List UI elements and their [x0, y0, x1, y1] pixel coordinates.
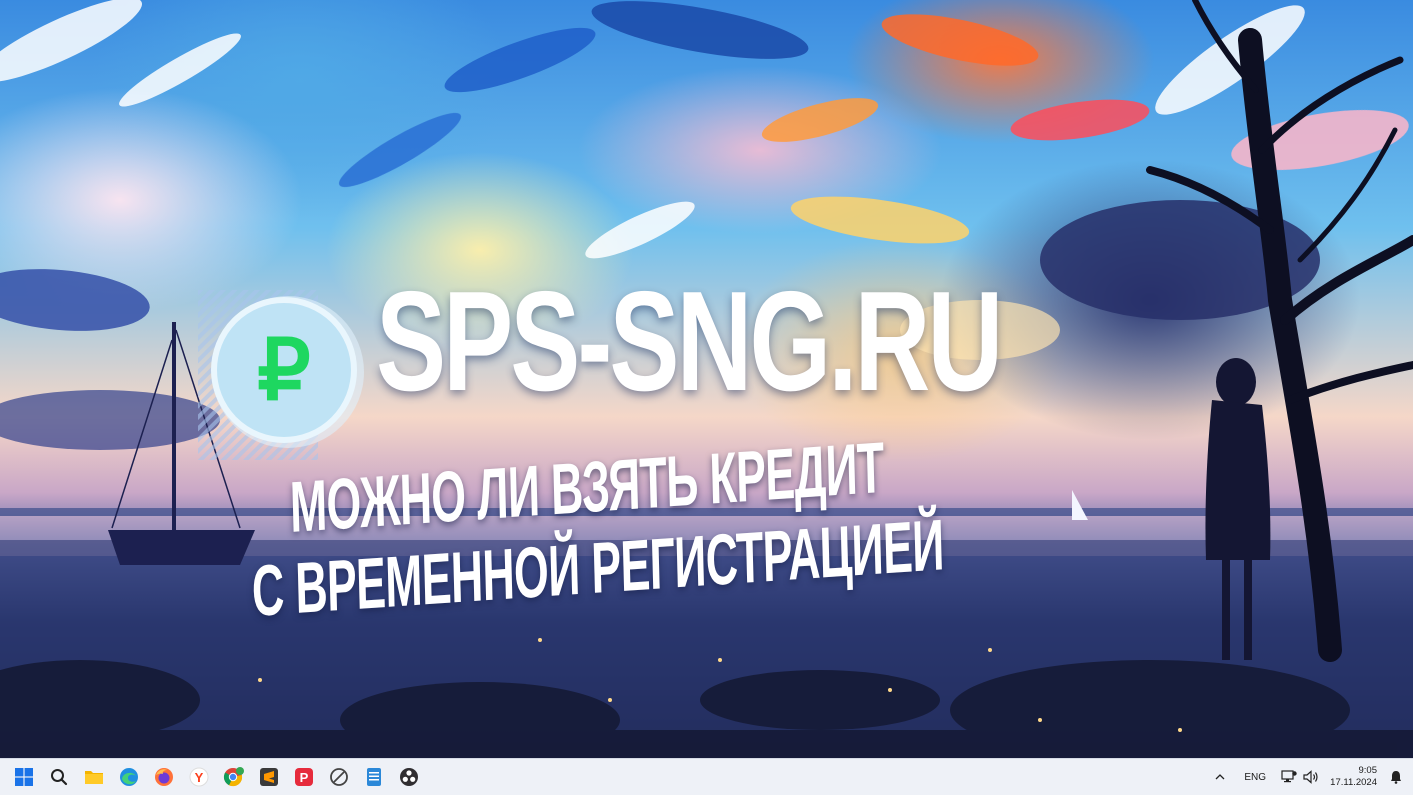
folder-icon	[85, 771, 103, 784]
sublime-icon	[260, 768, 278, 786]
network-status-button[interactable]	[1280, 763, 1298, 791]
windows-logo-icon	[15, 768, 33, 786]
chevron-up-icon	[1215, 774, 1225, 780]
yandex-browser-button[interactable]: Y	[185, 763, 213, 791]
edge-button[interactable]	[115, 763, 143, 791]
svg-text:Y: Y	[195, 770, 204, 785]
search-icon	[51, 769, 68, 786]
ruble-logo-badge: ₽	[198, 290, 368, 460]
yandex-icon: Y	[189, 767, 209, 787]
svg-text:P: P	[300, 770, 309, 785]
file-explorer-button[interactable]	[80, 763, 108, 791]
taskbar: Y P ENG 9:05 17.11.2024	[0, 758, 1413, 795]
search-button[interactable]	[45, 763, 73, 791]
site-title: SPS-SNG.RU	[376, 262, 1003, 421]
system-tray: ENG 9:05 17.11.2024	[1204, 759, 1413, 795]
clock-time: 9:05	[1358, 765, 1378, 776]
circle-slash-icon	[330, 768, 348, 786]
app-p-button[interactable]: P	[290, 763, 318, 791]
ruble-icon: ₽	[257, 323, 311, 417]
clock[interactable]: 9:05 17.11.2024	[1330, 765, 1377, 789]
firefox-button[interactable]	[150, 763, 178, 791]
start-button[interactable]	[10, 763, 38, 791]
show-hidden-icons-button[interactable]	[1210, 763, 1230, 791]
sublime-text-button[interactable]	[255, 763, 283, 791]
firefox-icon	[155, 768, 173, 786]
clock-date: 17.11.2024	[1330, 777, 1377, 788]
app-circle-button[interactable]	[325, 763, 353, 791]
chrome-icon	[223, 767, 244, 787]
volume-button[interactable]	[1302, 763, 1320, 791]
desktop-wallpaper: ₽ SPS-SNG.RU МОЖНО ЛИ ВЗЯТЬ КРЕДИТ С ВРЕ…	[0, 0, 1413, 758]
obs-button[interactable]	[395, 763, 423, 791]
network-icon	[1281, 770, 1297, 783]
p-app-icon: P	[295, 768, 313, 786]
chrome-button[interactable]	[220, 763, 248, 791]
language-indicator[interactable]: ENG	[1240, 763, 1270, 791]
notifications-button[interactable]	[1385, 763, 1407, 791]
notepad-button[interactable]	[360, 763, 388, 791]
bell-icon	[1391, 771, 1401, 784]
speaker-icon	[1303, 770, 1318, 784]
edge-icon	[120, 768, 138, 786]
notepad-icon	[367, 768, 381, 786]
obs-icon	[400, 768, 418, 786]
